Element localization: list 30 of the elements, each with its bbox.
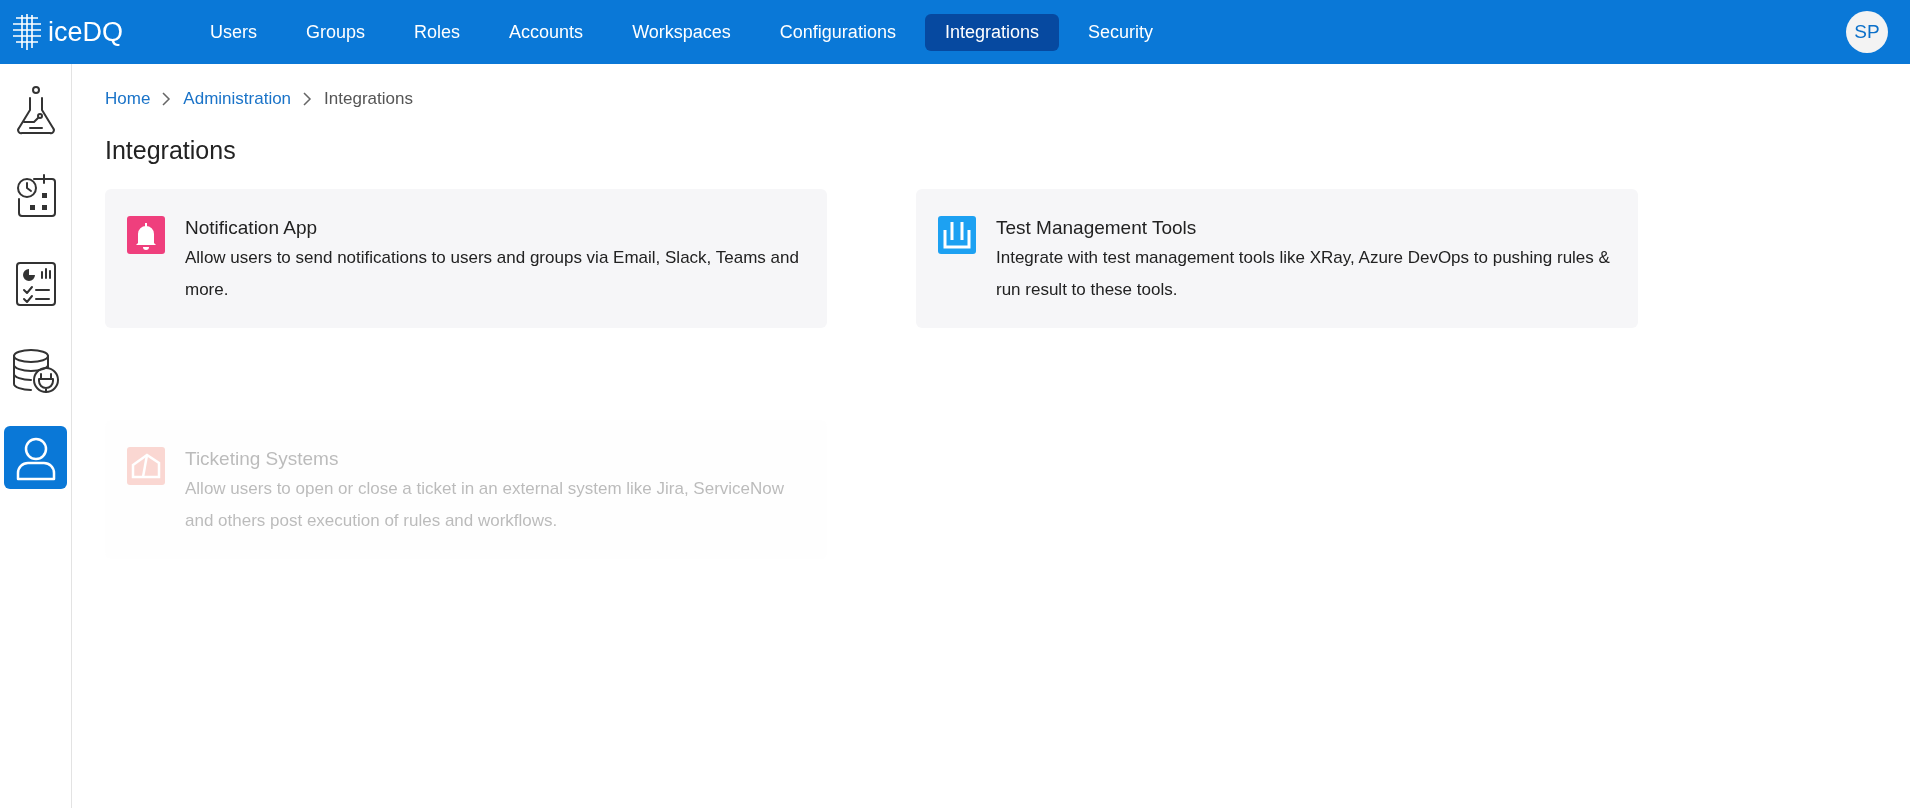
card-title: Test Management Tools: [996, 216, 1198, 240]
user-avatar[interactable]: SP: [1846, 11, 1888, 53]
nav-tab[interactable]: Roles: [394, 13, 481, 51]
ticket-icon: [127, 447, 165, 485]
breadcrumb-link[interactable]: Home: [105, 86, 151, 112]
nav-tab[interactable]: Groups: [286, 13, 386, 51]
integration-card[interactable]: Notification App Allow users to send notifications to users and groups via Email, Slack, Teams and more.: [105, 189, 827, 328]
nav-tab[interactable]: Security: [1067, 13, 1173, 51]
breadcrumb-link[interactable]: Administration: [183, 86, 292, 112]
card-description: Allow users to send notifications to users and groups via Email, Slack, Teams and more.: [185, 247, 800, 301]
nav-tab[interactable]: Configurations: [759, 13, 916, 51]
test-tubes-icon: [938, 216, 976, 254]
integration-card[interactable]: Test Management Tools Integrate with test management tools like XRay, Azure DevOps to pushing rules & run result to these tools.: [916, 189, 1638, 328]
report-icon: [13, 259, 58, 308]
nav-tab[interactable]: Workspaces: [612, 13, 751, 51]
logo-icon: [10, 12, 44, 52]
card-title: Notification App: [185, 216, 319, 240]
card-description: Allow users to open or close a ticket in an external system like Jira, ServiceNow and others post execution of rules and workflows.: [185, 478, 786, 532]
page-title: Integrations: [105, 134, 237, 166]
nav-tab[interactable]: Users: [190, 13, 277, 51]
card-description: Integrate with test management tools like XRay, Azure DevOps to pushing rules & run result to these tools.: [996, 247, 1611, 301]
bell-icon: [127, 216, 165, 254]
chevron-right-icon: [303, 91, 313, 106]
card-title: Ticketing Systems: [185, 447, 340, 471]
breadcrumb-current: Integrations: [324, 88, 413, 110]
nav-tab[interactable]: Integrations: [924, 13, 1059, 51]
logo-text: iceDQ: [48, 18, 123, 46]
database-plug-icon: [10, 347, 61, 394]
chevron-right-icon: [162, 91, 172, 106]
nav-tab[interactable]: Accounts: [489, 13, 604, 51]
